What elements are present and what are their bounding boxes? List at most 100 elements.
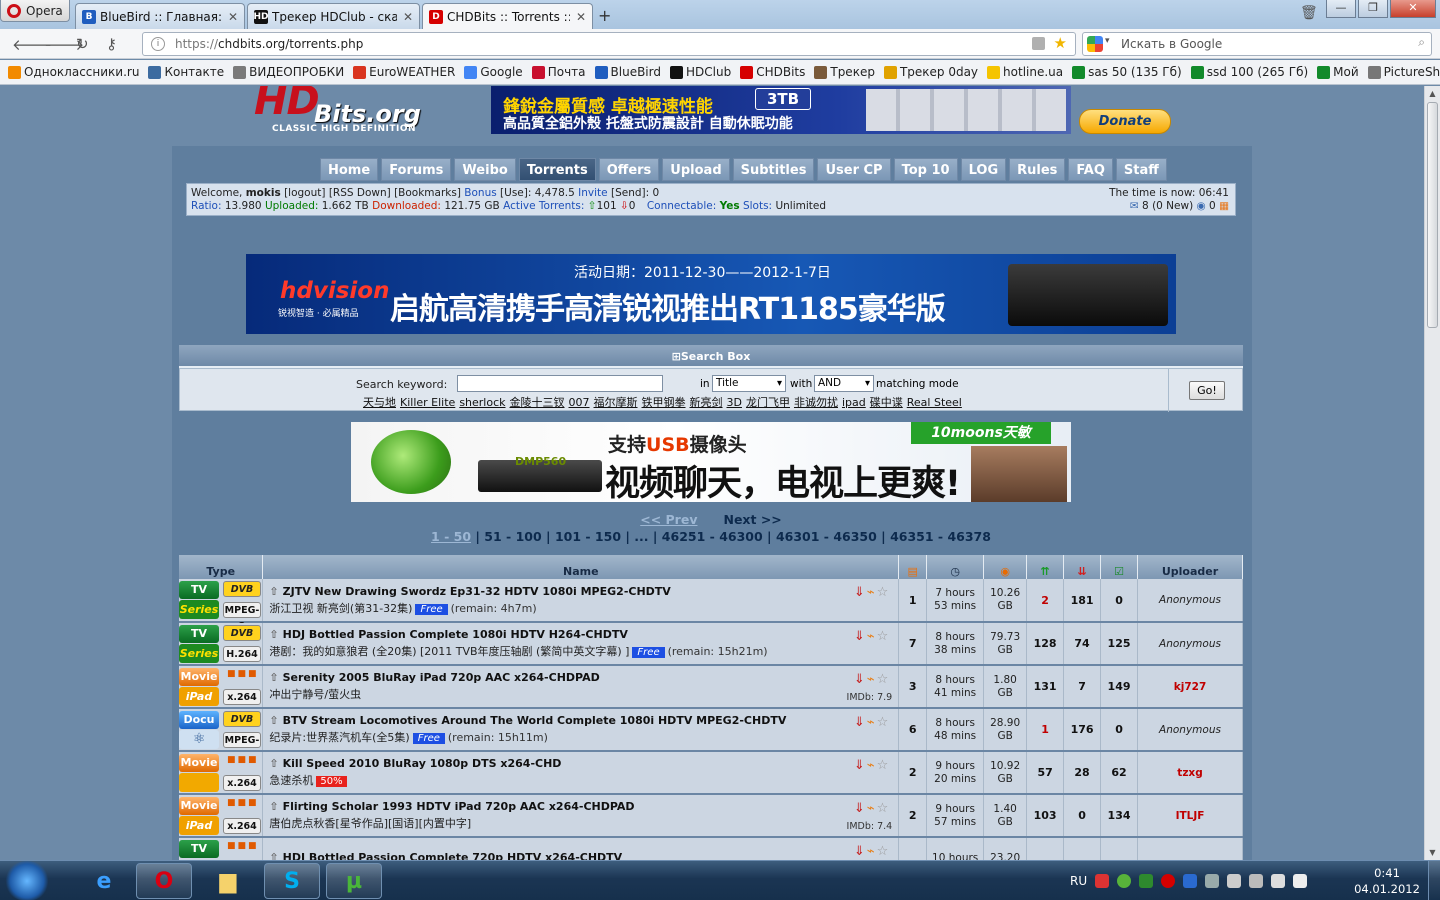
- keyword-link[interactable]: 龙门飞甲: [746, 396, 790, 409]
- snatched-count[interactable]: 125: [1100, 622, 1139, 666]
- seeders-count[interactable]: 1: [1026, 708, 1065, 752]
- header-leechers[interactable]: ⇊: [1063, 555, 1102, 579]
- snatched-count[interactable]: 149: [1100, 665, 1139, 709]
- site-logo[interactable]: HD Bits.org CLASSIC HIGH DEFINITION: [254, 86, 454, 136]
- search-field-select[interactable]: Title: [712, 375, 786, 392]
- keyword-link[interactable]: 3D: [727, 396, 742, 409]
- torrent-title-link[interactable]: HDJ Bottled Passion Complete 720p HDTV x…: [283, 851, 623, 860]
- download-icon[interactable]: ⇓: [854, 585, 867, 600]
- uploader-link[interactable]: Anonymous: [1137, 622, 1243, 666]
- nav-forums[interactable]: Forums: [381, 158, 452, 181]
- category-badge[interactable]: Movie: [179, 668, 219, 686]
- bookmark-star-icon[interactable]: ★: [1054, 34, 1067, 52]
- mail-icon[interactable]: ✉: [1130, 200, 1139, 212]
- leechers-count[interactable]: 0: [1063, 794, 1102, 838]
- keyword-link[interactable]: sherlock: [459, 396, 505, 409]
- header-type[interactable]: Type: [179, 555, 264, 579]
- rss-icon[interactable]: ⌁: [867, 672, 877, 687]
- language-indicator[interactable]: RU: [1070, 874, 1087, 888]
- leechers-count[interactable]: 74: [1063, 622, 1102, 666]
- nav-rules[interactable]: Rules: [1009, 158, 1066, 181]
- keyword-link[interactable]: 天与地: [363, 396, 396, 409]
- snatched-count[interactable]: 0: [1100, 579, 1139, 623]
- leechers-count[interactable]: 181: [1063, 579, 1102, 623]
- rss-icon[interactable]: ⌁: [867, 715, 877, 730]
- logout-link[interactable]: [logout]: [284, 187, 325, 199]
- category-badge[interactable]: TV: [179, 625, 219, 643]
- prev-page-link[interactable]: << Prev: [640, 512, 697, 527]
- nav-subtitles[interactable]: Subtitles: [732, 158, 815, 181]
- nav-staff[interactable]: Staff: [1115, 158, 1167, 181]
- torrent-title-link[interactable]: Flirting Scholar 1993 HDTV iPad 720p AAC…: [283, 800, 635, 813]
- table-row[interactable]: Docu ⚛DVB MPEG-2 ⇧ BTV Stream Locomotives …: [179, 708, 1243, 762]
- rss-icon[interactable]: ⌁: [867, 585, 877, 600]
- bookmark-star-icon[interactable]: ☆: [877, 585, 891, 600]
- explorer-icon[interactable]: ▆: [200, 863, 256, 899]
- close-tab-icon[interactable]: ✕: [228, 10, 238, 24]
- subcategory-badge[interactable]: Series: [179, 644, 219, 663]
- tray-app-icon[interactable]: [1095, 874, 1110, 888]
- leechers-count[interactable]: 176: [1063, 708, 1102, 752]
- header-size[interactable]: ◉: [983, 555, 1028, 579]
- search-box-header[interactable]: ⊞Search Box: [179, 345, 1243, 368]
- nav-user-cp[interactable]: User CP: [817, 158, 891, 181]
- uploader-link[interactable]: kj727: [1137, 665, 1243, 709]
- comments-count[interactable]: 6: [898, 708, 928, 752]
- snatched-count[interactable]: 0: [1100, 708, 1139, 752]
- torrent-title-link[interactable]: Serenity 2005 BluRay iPad 720p AAC x264-…: [283, 671, 600, 684]
- keyword-link[interactable]: 铁甲钢拳: [642, 396, 686, 409]
- header-time[interactable]: ◷: [926, 555, 985, 579]
- keyword-link[interactable]: ipad: [842, 396, 866, 409]
- comments-count[interactable]: 2: [898, 794, 928, 838]
- opera-tray-icon[interactable]: [1161, 874, 1176, 888]
- show-desktop-button[interactable]: [1428, 861, 1440, 900]
- comments-count[interactable]: [898, 837, 928, 860]
- google-icon[interactable]: [1087, 36, 1103, 52]
- bookmark-star-icon[interactable]: ☆: [877, 629, 891, 644]
- nav-offers[interactable]: Offers: [598, 158, 660, 181]
- nav-upload[interactable]: Upload: [662, 158, 730, 181]
- bookmark-item[interactable]: Почта: [531, 65, 586, 79]
- header-name[interactable]: Name: [262, 555, 900, 579]
- friends-count[interactable]: 0: [1209, 200, 1216, 212]
- tray-app-icon[interactable]: [1139, 874, 1154, 888]
- close-tab-icon[interactable]: ✕: [576, 10, 586, 24]
- bookmark-star-icon[interactable]: ☆: [877, 801, 891, 816]
- rss-icon[interactable]: ⌁: [867, 629, 877, 644]
- bookmark-item[interactable]: Контакте: [148, 65, 224, 79]
- bookmark-item[interactable]: EuroWEATHER: [353, 65, 455, 79]
- download-icon[interactable]: ⇓: [854, 672, 867, 687]
- nav-top-10[interactable]: Top 10: [893, 158, 958, 181]
- search-field[interactable]: ▾ Искать в Google ⌕: [1082, 32, 1432, 56]
- friends-icon[interactable]: ◉: [1197, 200, 1206, 212]
- bookmark-item[interactable]: Мой: [1317, 65, 1359, 79]
- keyword-input[interactable]: [457, 375, 663, 392]
- bookmark-star-icon[interactable]: ☆: [877, 844, 891, 859]
- uploader-link[interactable]: [1137, 837, 1243, 860]
- torrent-title-link[interactable]: HDJ Bottled Passion Complete 1080i HDTV …: [283, 628, 628, 641]
- header-snatched[interactable]: ☑: [1100, 555, 1139, 579]
- seeders-count[interactable]: 128: [1026, 622, 1065, 666]
- bookmark-item[interactable]: HDClub: [669, 65, 731, 79]
- comments-count[interactable]: 3: [898, 665, 928, 709]
- download-icon[interactable]: ⇓: [854, 758, 867, 773]
- seeders-count[interactable]: 57: [1026, 751, 1065, 795]
- opera-menu-button[interactable]: Opera: [0, 0, 70, 22]
- page-links[interactable]: | 51 - 100 | 101 - 150 | ... | 46251 - 4…: [471, 529, 991, 544]
- subcategory-badge[interactable]: Series: [179, 600, 219, 619]
- tray-app-icon[interactable]: [1117, 874, 1132, 888]
- chevron-down-icon[interactable]: ▾: [1105, 36, 1110, 46]
- go-button[interactable]: Go!: [1189, 381, 1225, 400]
- close-tab-icon[interactable]: ✕: [403, 10, 413, 24]
- bookmark-item[interactable]: CHDBits: [740, 65, 805, 79]
- rss-down-link[interactable]: [RSS Down]: [329, 187, 391, 199]
- header-comments[interactable]: ▤: [898, 555, 928, 579]
- snatched-count[interactable]: 134: [1100, 794, 1139, 838]
- reload-button[interactable]: ↻: [76, 35, 89, 53]
- category-badge[interactable]: TV: [179, 581, 219, 599]
- bookmark-item[interactable]: Одноклассники.ru: [8, 65, 139, 79]
- table-row[interactable]: TV SeriesDVB MPEG-2 ⇧ ZJTV New Drawing Swo…: [179, 579, 1243, 632]
- comments-count[interactable]: 1: [898, 579, 928, 623]
- hdvision-ad-banner[interactable]: hdvision 锐视智造 · 必属精品 活动日期：2011-12-30——20…: [246, 254, 1176, 334]
- tray-app-icon[interactable]: [1249, 874, 1264, 888]
